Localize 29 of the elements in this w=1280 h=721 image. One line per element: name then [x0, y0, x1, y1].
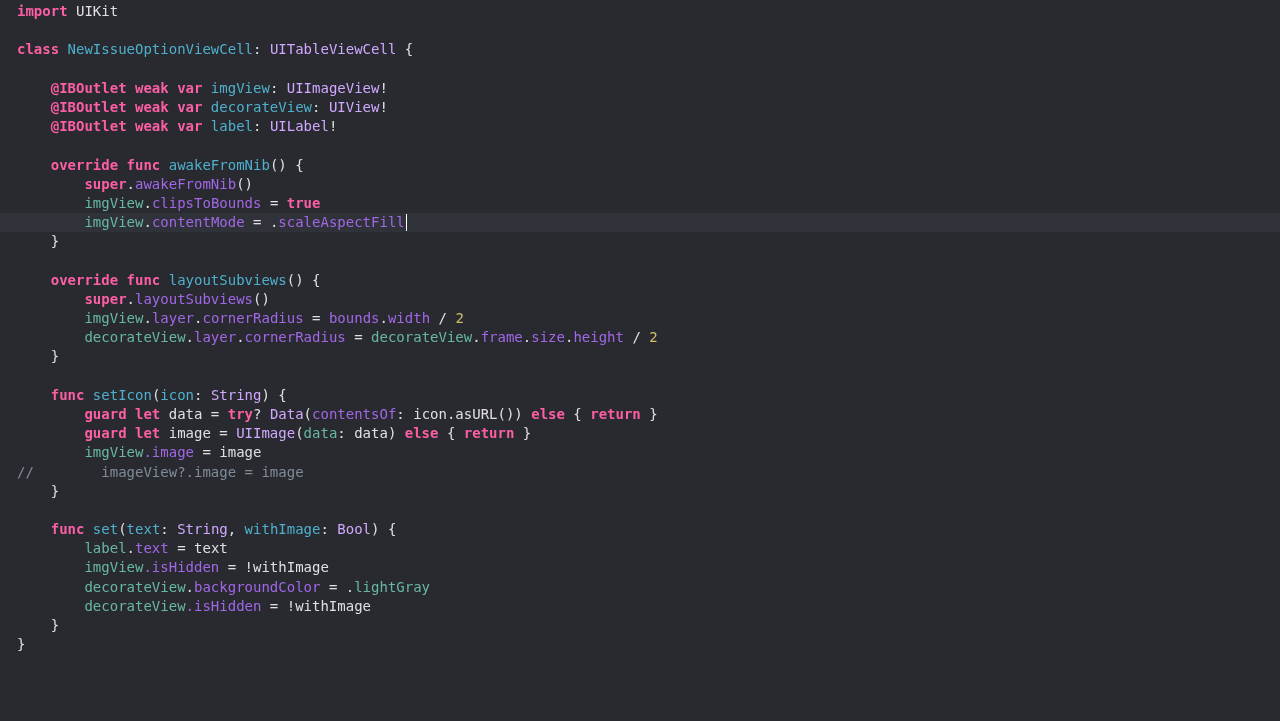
code-line: }: [49, 232, 60, 252]
code-line: @IBOutlet weak var imgView: UIImageView!: [49, 78, 388, 98]
code-line: // imageView?.image = image: [17, 462, 304, 482]
code-line: super.awakeFromNib(): [83, 174, 254, 194]
code-line: }: [17, 635, 26, 655]
code-line: guard let data = try? Data(contentsOf: icon.asURL()) else { return }: [83, 404, 658, 424]
code-line: label.text = text: [83, 539, 228, 559]
code-line: decorateView.isHidden = !withImage: [83, 596, 371, 616]
code-line: @IBOutlet weak var decorateView: UIView!: [49, 97, 388, 117]
code-line: @IBOutlet weak var label: UILabel!: [49, 117, 338, 137]
code-line: import UIKit: [17, 2, 119, 21]
code-line: imgView.isHidden = !withImage: [83, 558, 329, 578]
code-line: }: [49, 347, 60, 367]
code-line: }: [49, 616, 60, 635]
code-line: func setIcon(icon: String) {: [49, 385, 287, 405]
code-line: func set(text: String, withImage: Bool) {: [49, 520, 397, 540]
code-line: imgView.clipsToBounds = true: [83, 193, 321, 213]
code-line: guard let image = UIImage(data: data) else { return }: [83, 424, 532, 444]
code-line: class NewIssueOptionViewCell: UITableViewCell {: [17, 40, 414, 60]
code-line: imgView.contentMode = .scaleAspectFill: [83, 213, 405, 233]
code-line: super.layoutSubviews(): [83, 289, 270, 309]
code-line: imgView.layer.cornerRadius = bounds.width / 2: [83, 309, 464, 328]
code-line: }: [49, 481, 60, 501]
code-line: override func awakeFromNib() {: [49, 155, 304, 175]
code-line: decorateView.backgroundColor = .lightGray: [83, 577, 431, 597]
text-cursor: [405, 214, 408, 232]
code-line: decorateView.layer.cornerRadius = decorateView.frame.size.height / 2: [83, 328, 658, 348]
code-line: imgView.image = image: [83, 443, 262, 463]
code-line: override func layoutSubviews() {: [49, 270, 321, 290]
